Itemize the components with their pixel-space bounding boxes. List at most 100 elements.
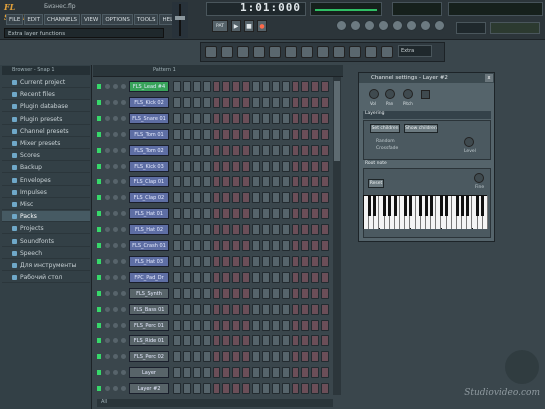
- browser-item[interactable]: Plugin presets: [2, 114, 90, 125]
- step-button[interactable]: [242, 144, 250, 156]
- step-button[interactable]: [281, 208, 290, 220]
- step-button[interactable]: [192, 81, 201, 92]
- step-button[interactable]: [232, 240, 241, 251]
- channel-mute-led[interactable]: [97, 195, 101, 201]
- step-button[interactable]: [182, 271, 191, 283]
- step-button[interactable]: [321, 335, 329, 347]
- channel-target-knob[interactable]: [121, 147, 126, 153]
- step-button[interactable]: [311, 367, 320, 379]
- volume-knob[interactable]: [369, 89, 379, 99]
- wait-icon[interactable]: [381, 46, 393, 58]
- browser-item[interactable]: Impulses: [2, 187, 90, 198]
- channel-volume-knob[interactable]: [113, 115, 118, 121]
- channel-target-knob[interactable]: [121, 99, 126, 105]
- step-button[interactable]: [232, 351, 241, 363]
- step-button[interactable]: [173, 255, 181, 267]
- step-button[interactable]: [252, 160, 260, 172]
- channel-pan-knob[interactable]: [105, 179, 110, 185]
- step-button[interactable]: [271, 319, 280, 331]
- step-button[interactable]: [192, 351, 201, 363]
- channel-button[interactable]: FLS_Perc 01: [129, 319, 169, 331]
- browser-item[interactable]: Projects: [2, 223, 90, 235]
- step-button[interactable]: [271, 160, 280, 172]
- channel-volume-knob[interactable]: [113, 131, 118, 137]
- step-button[interactable]: [182, 81, 191, 92]
- step-button[interactable]: [252, 176, 260, 188]
- step-button[interactable]: [271, 81, 280, 92]
- countdown-icon[interactable]: [317, 46, 329, 58]
- step-button[interactable]: [222, 287, 231, 299]
- step-button[interactable]: [281, 255, 290, 267]
- step-button[interactable]: [182, 303, 191, 315]
- typing-keyboard-icon[interactable]: [301, 46, 313, 58]
- step-button[interactable]: [173, 112, 181, 124]
- record-mode-icon[interactable]: [333, 46, 345, 58]
- step-button[interactable]: [291, 335, 300, 347]
- step-button[interactable]: [252, 255, 260, 267]
- step-button[interactable]: [252, 367, 260, 379]
- browser-icon[interactable]: [392, 20, 403, 31]
- step-button[interactable]: [212, 240, 221, 251]
- step-button[interactable]: [222, 96, 231, 108]
- step-button[interactable]: [173, 128, 181, 140]
- channel-pan-knob[interactable]: [105, 195, 110, 201]
- step-button[interactable]: [261, 383, 270, 395]
- channel-button[interactable]: Layer #2: [129, 383, 169, 395]
- step-button[interactable]: [271, 192, 280, 204]
- channel-volume-knob[interactable]: [113, 338, 118, 344]
- step-button[interactable]: [252, 144, 260, 156]
- step-button[interactable]: [182, 192, 191, 204]
- black-key[interactable]: [481, 196, 485, 216]
- channel-volume-knob[interactable]: [113, 290, 118, 296]
- step-button[interactable]: [222, 208, 231, 220]
- step-button[interactable]: [212, 255, 221, 267]
- step-button[interactable]: [311, 287, 320, 299]
- step-button[interactable]: [192, 383, 201, 395]
- channel-button[interactable]: FLS_Perc 02: [129, 351, 169, 363]
- step-button[interactable]: [291, 192, 300, 204]
- step-button[interactable]: [242, 240, 250, 251]
- channel-pan-knob[interactable]: [105, 99, 110, 105]
- step-button[interactable]: [173, 367, 181, 379]
- step-button[interactable]: [281, 271, 290, 283]
- step-button[interactable]: [192, 240, 201, 251]
- step-button[interactable]: [261, 112, 270, 124]
- channel-volume-knob[interactable]: [113, 195, 118, 201]
- step-button[interactable]: [212, 287, 221, 299]
- random-option[interactable]: Random: [376, 139, 395, 144]
- channel-mute-led[interactable]: [97, 163, 101, 169]
- channel-pan-knob[interactable]: [105, 211, 110, 217]
- stop-button[interactable]: ■: [244, 20, 254, 32]
- step-button[interactable]: [192, 160, 201, 172]
- step-button[interactable]: [173, 224, 181, 236]
- step-button[interactable]: [242, 176, 250, 188]
- menu-tools[interactable]: TOOLS: [133, 14, 159, 25]
- step-button[interactable]: [212, 224, 221, 236]
- step-button[interactable]: [222, 271, 231, 283]
- channel-button[interactable]: FLS_Snare 01: [129, 112, 169, 124]
- step-button[interactable]: [173, 96, 181, 108]
- channel-pan-knob[interactable]: [105, 290, 110, 296]
- channel-volume-knob[interactable]: [113, 99, 118, 105]
- step-button[interactable]: [173, 144, 181, 156]
- step-button[interactable]: [321, 287, 329, 299]
- step-button[interactable]: [291, 287, 300, 299]
- step-button[interactable]: [192, 335, 201, 347]
- step-button[interactable]: [271, 351, 280, 363]
- step-button[interactable]: [222, 144, 231, 156]
- channel-mute-led[interactable]: [97, 354, 101, 360]
- step-button[interactable]: [173, 240, 181, 251]
- step-button[interactable]: [212, 81, 221, 92]
- black-key[interactable]: [393, 196, 397, 216]
- step-button[interactable]: [212, 335, 221, 347]
- step-button[interactable]: [321, 351, 329, 363]
- step-button[interactable]: [192, 224, 201, 236]
- step-button[interactable]: [232, 176, 241, 188]
- black-key[interactable]: [455, 196, 459, 216]
- step-button[interactable]: [173, 176, 181, 188]
- channel-volume-knob[interactable]: [113, 227, 118, 233]
- step-button[interactable]: [291, 176, 300, 188]
- step-button[interactable]: [242, 367, 250, 379]
- step-button[interactable]: [173, 271, 181, 283]
- channel-pan-knob[interactable]: [105, 227, 110, 233]
